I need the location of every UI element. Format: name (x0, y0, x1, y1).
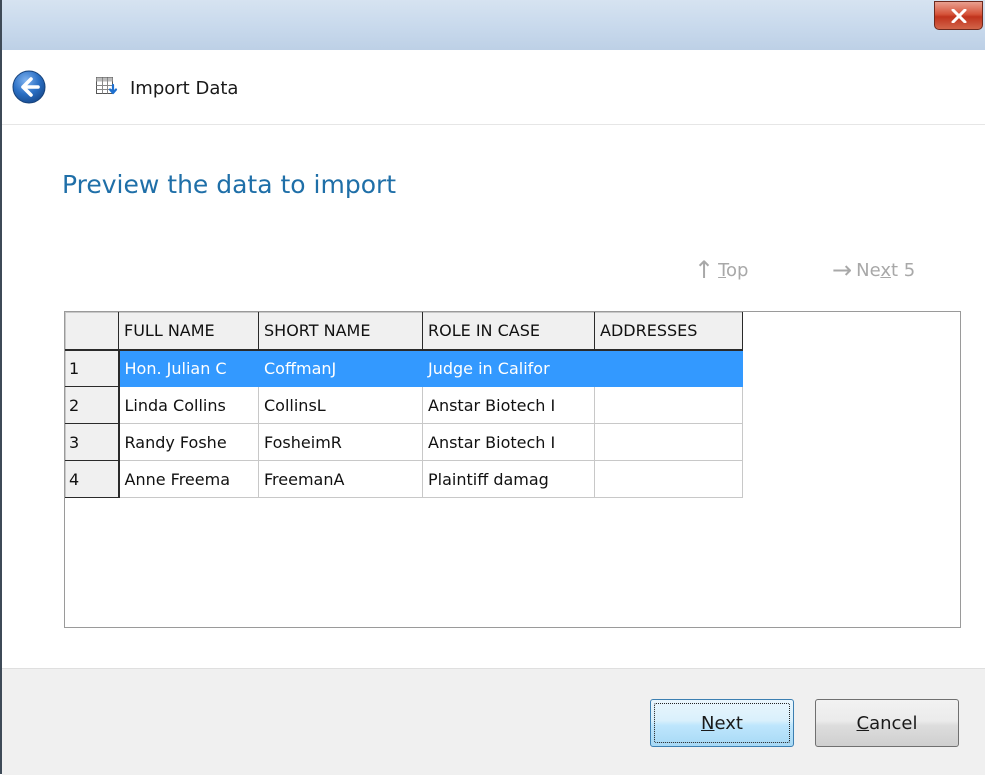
cell-short-name[interactable]: FosheimR (258, 423, 423, 461)
column-header-addresses[interactable]: ADDRESSES (594, 312, 743, 351)
page-heading: Preview the data to import (62, 170, 397, 199)
close-icon (951, 8, 966, 23)
next-5-link-text-pre: Ne (856, 259, 881, 281)
cancel-button-mnemonic: C (856, 712, 870, 734)
title-bar (2, 0, 985, 50)
top-link-mnemonic: T (718, 259, 727, 281)
row-number[interactable]: 4 (65, 460, 120, 498)
cell-role-in-case[interactable]: Anstar Biotech I (422, 386, 595, 424)
cell-addresses[interactable] (594, 460, 743, 498)
next-5-link-text: t 5 (891, 259, 916, 281)
cell-full-name[interactable]: Hon. Julian C (118, 349, 259, 387)
cancel-button-label: ancel (869, 712, 918, 734)
column-header-short-name[interactable]: SHORT NAME (258, 312, 423, 351)
next-5-link[interactable]: → Next 5 (832, 256, 915, 284)
up-arrow-icon: ↑ (694, 256, 715, 284)
row-number[interactable]: 1 (65, 349, 120, 387)
cell-addresses[interactable] (594, 386, 743, 424)
cell-role-in-case[interactable]: Judge in Califor (422, 349, 595, 387)
back-arrow-icon[interactable] (12, 70, 46, 104)
top-link-text: op (726, 259, 749, 281)
grid-corner[interactable] (65, 312, 119, 351)
preview-table: FULL NAME SHORT NAME ROLE IN CASE ADDRES… (65, 312, 743, 498)
cell-short-name[interactable]: CollinsL (258, 386, 423, 424)
top-link[interactable]: ↑ Top (694, 256, 749, 284)
header-row: FULL NAME SHORT NAME ROLE IN CASE ADDRES… (65, 312, 743, 351)
cell-role-in-case[interactable]: Plaintiff damag (422, 460, 595, 498)
next-5-link-mnemonic: x (880, 259, 891, 281)
cell-short-name[interactable]: FreemanA (258, 460, 423, 498)
column-header-full-name[interactable]: FULL NAME (118, 312, 259, 351)
row-number[interactable]: 2 (65, 386, 120, 424)
data-preview-grid[interactable]: FULL NAME SHORT NAME ROLE IN CASE ADDRES… (64, 311, 961, 628)
import-table-icon (96, 77, 118, 95)
cell-role-in-case[interactable]: Anstar Biotech I (422, 423, 595, 461)
cell-full-name[interactable]: Anne Freema (118, 460, 259, 498)
right-arrow-icon: → (832, 256, 853, 284)
import-data-window: Import Data Preview the data to import ↑… (0, 0, 985, 775)
cancel-button[interactable]: Cancel (815, 699, 959, 747)
focus-rectangle (654, 703, 790, 743)
cell-addresses[interactable] (594, 423, 743, 461)
cell-full-name[interactable]: Randy Foshe (118, 423, 259, 461)
table-row[interactable]: 1 Hon. Julian C CoffmanJ Judge in Califo… (65, 349, 743, 387)
table-row[interactable]: 3 Randy Foshe FosheimR Anstar Biotech I (65, 423, 743, 461)
table-row[interactable]: 2 Linda Collins CollinsL Anstar Biotech … (65, 386, 743, 424)
close-button[interactable] (934, 1, 983, 30)
next-button[interactable]: Next (650, 699, 794, 747)
row-number[interactable]: 3 (65, 423, 120, 461)
cell-full-name[interactable]: Linda Collins (118, 386, 259, 424)
cell-short-name[interactable]: CoffmanJ (258, 349, 423, 387)
wizard-title: Import Data (130, 78, 239, 99)
cell-addresses[interactable] (594, 349, 743, 387)
wizard-header: Import Data (2, 50, 985, 125)
table-row[interactable]: 4 Anne Freema FreemanA Plaintiff damag (65, 460, 743, 498)
column-header-role-in-case[interactable]: ROLE IN CASE (422, 312, 595, 351)
